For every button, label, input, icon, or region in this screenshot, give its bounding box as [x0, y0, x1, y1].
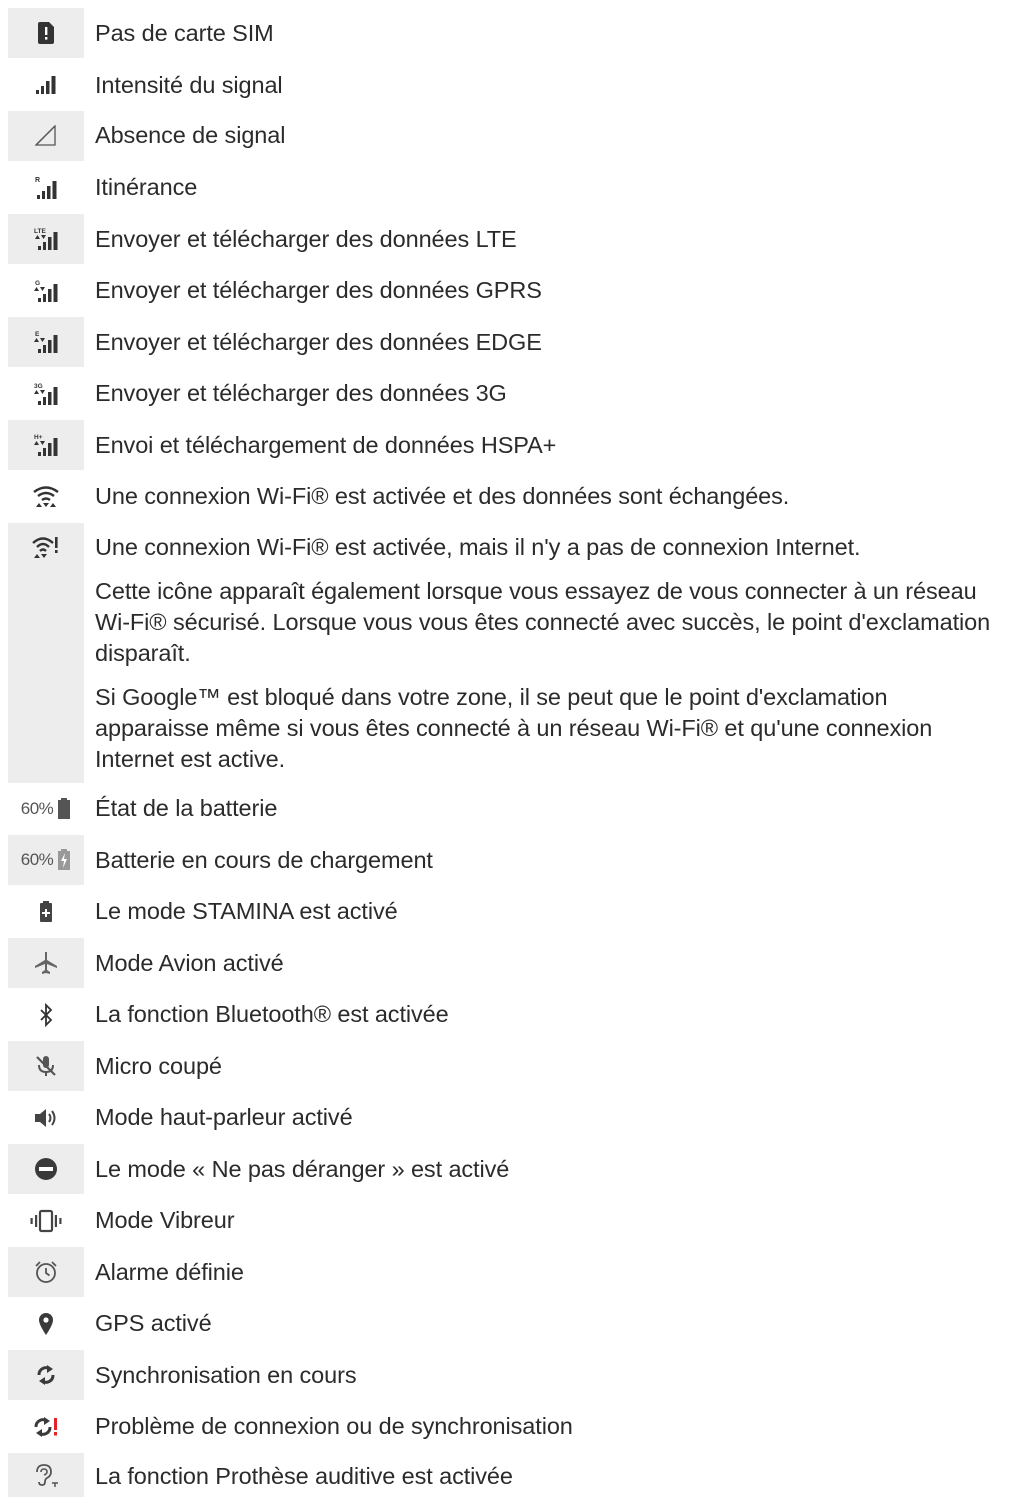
list-item: LTE Envoyer et télécharger des données L… [0, 214, 1015, 264]
svg-text:LTE: LTE [34, 228, 46, 235]
list-item: Alarme définie [0, 1247, 1015, 1297]
row-label: Envoi et téléchargement de données HSPA+ [95, 432, 557, 458]
wifi-active-icon [8, 472, 84, 522]
list-item: Mode Vibreur [0, 1196, 1015, 1246]
list-item: Absence de signal [0, 111, 1015, 161]
list-item: GPS activé [0, 1299, 1015, 1349]
row-label: Envoyer et télécharger des données LTE [95, 226, 517, 252]
stamina-icon [8, 887, 84, 937]
row-label: Problème de connexion ou de synchronisat… [95, 1413, 573, 1439]
row-label: Une connexion Wi-Fi® est activée, mais i… [95, 534, 861, 560]
row-label: État de la batterie [95, 795, 278, 821]
battery-charging-icon: 60% [8, 835, 84, 885]
row-label: Mode haut-parleur activé [95, 1104, 353, 1130]
list-item: H+ Envoi et téléchargement de données HS… [0, 420, 1015, 470]
svg-text:G: G [35, 280, 40, 287]
list-item: Pas de carte SIM [0, 8, 1015, 58]
row-label: Mode Avion activé [95, 950, 284, 976]
svg-text:H+: H+ [34, 434, 43, 441]
vibrate-icon [8, 1196, 84, 1246]
row-label: Synchronisation en cours [95, 1362, 357, 1388]
list-item: Intensité du signal [0, 60, 1015, 110]
list-item: Problème de connexion ou de synchronisat… [0, 1402, 1015, 1452]
row-note: Si Google™ est bloqué dans votre zone, i… [95, 684, 933, 772]
battery-percent: 60% [20, 799, 54, 818]
list-item: 60% État de la batterie [0, 784, 1015, 834]
hearing-aid-icon [8, 1453, 84, 1497]
row-label: La fonction Prothèse auditive est activé… [95, 1463, 513, 1489]
wifi-no-internet-icon [8, 523, 84, 571]
edge-data-icon: E [8, 317, 84, 367]
no-signal-icon [8, 111, 84, 161]
svg-text:3G: 3G [34, 383, 43, 390]
row-label: Batterie en cours de chargement [95, 847, 433, 873]
row-label: La fonction Bluetooth® est activée [95, 1001, 449, 1027]
3g-data-icon: 3G [8, 369, 84, 419]
row-label: Intensité du signal [95, 72, 283, 98]
gps-icon [8, 1299, 84, 1349]
row-label: Envoyer et télécharger des données GPRS [95, 277, 542, 303]
list-item: Micro coupé [0, 1041, 1015, 1091]
battery-percent: 60% [20, 850, 54, 869]
row-label: Micro coupé [95, 1053, 222, 1079]
sync-icon [8, 1350, 84, 1400]
list-item: G Envoyer et télécharger des données GPR… [0, 266, 1015, 316]
sync-problem-icon [8, 1402, 84, 1452]
roaming-icon: R [8, 163, 84, 213]
svg-text:E: E [35, 331, 40, 338]
list-item: Une connexion Wi-Fi® est activée et des … [0, 472, 1015, 522]
no-sim-icon [8, 8, 84, 58]
lte-data-icon: LTE [8, 214, 84, 264]
list-item: R Itinérance [0, 163, 1015, 213]
hspa-data-icon: H+ [8, 420, 84, 470]
row-label: Alarme définie [95, 1259, 244, 1285]
list-item: Le mode STAMINA est activé [0, 887, 1015, 937]
signal-strength-icon [8, 60, 84, 110]
bluetooth-icon [8, 990, 84, 1040]
list-item: La fonction Prothèse auditive est activé… [0, 1453, 1015, 1497]
list-item: Synchronisation en cours [0, 1350, 1015, 1400]
alarm-icon [8, 1247, 84, 1297]
row-label: Le mode « Ne pas déranger » est activé [95, 1156, 510, 1182]
row-label: Itinérance [95, 174, 198, 200]
list-item: Une connexion Wi-Fi® est activée, mais i… [0, 523, 1015, 783]
row-label: Mode Vibreur [95, 1207, 235, 1233]
list-item: 3G Envoyer et télécharger des données 3G [0, 369, 1015, 419]
row-note: Cette icône apparaît également lorsque v… [95, 578, 991, 666]
list-item: Le mode « Ne pas déranger » est activé [0, 1144, 1015, 1194]
mic-muted-icon [8, 1041, 84, 1091]
list-item: E Envoyer et télécharger des données EDG… [0, 317, 1015, 367]
svg-text:R: R [35, 177, 40, 184]
battery-status-icon: 60% [8, 784, 84, 834]
row-label: Absence de signal [95, 122, 286, 148]
airplane-icon [8, 938, 84, 988]
row-label: Envoyer et télécharger des données 3G [95, 380, 507, 406]
do-not-disturb-icon [8, 1144, 84, 1194]
row-label: Une connexion Wi-Fi® est activée et des … [95, 483, 790, 509]
row-label: Le mode STAMINA est activé [95, 898, 398, 924]
list-item: Mode Avion activé [0, 938, 1015, 988]
row-label: Envoyer et télécharger des données EDGE [95, 329, 542, 355]
row-label: Pas de carte SIM [95, 20, 274, 46]
row-label: GPS activé [95, 1310, 212, 1336]
gprs-data-icon: G [8, 266, 84, 316]
list-item: 60% Batterie en cours de chargement [0, 835, 1015, 885]
list-item: Mode haut-parleur activé [0, 1093, 1015, 1143]
list-item: La fonction Bluetooth® est activée [0, 990, 1015, 1040]
speaker-icon [8, 1093, 84, 1143]
